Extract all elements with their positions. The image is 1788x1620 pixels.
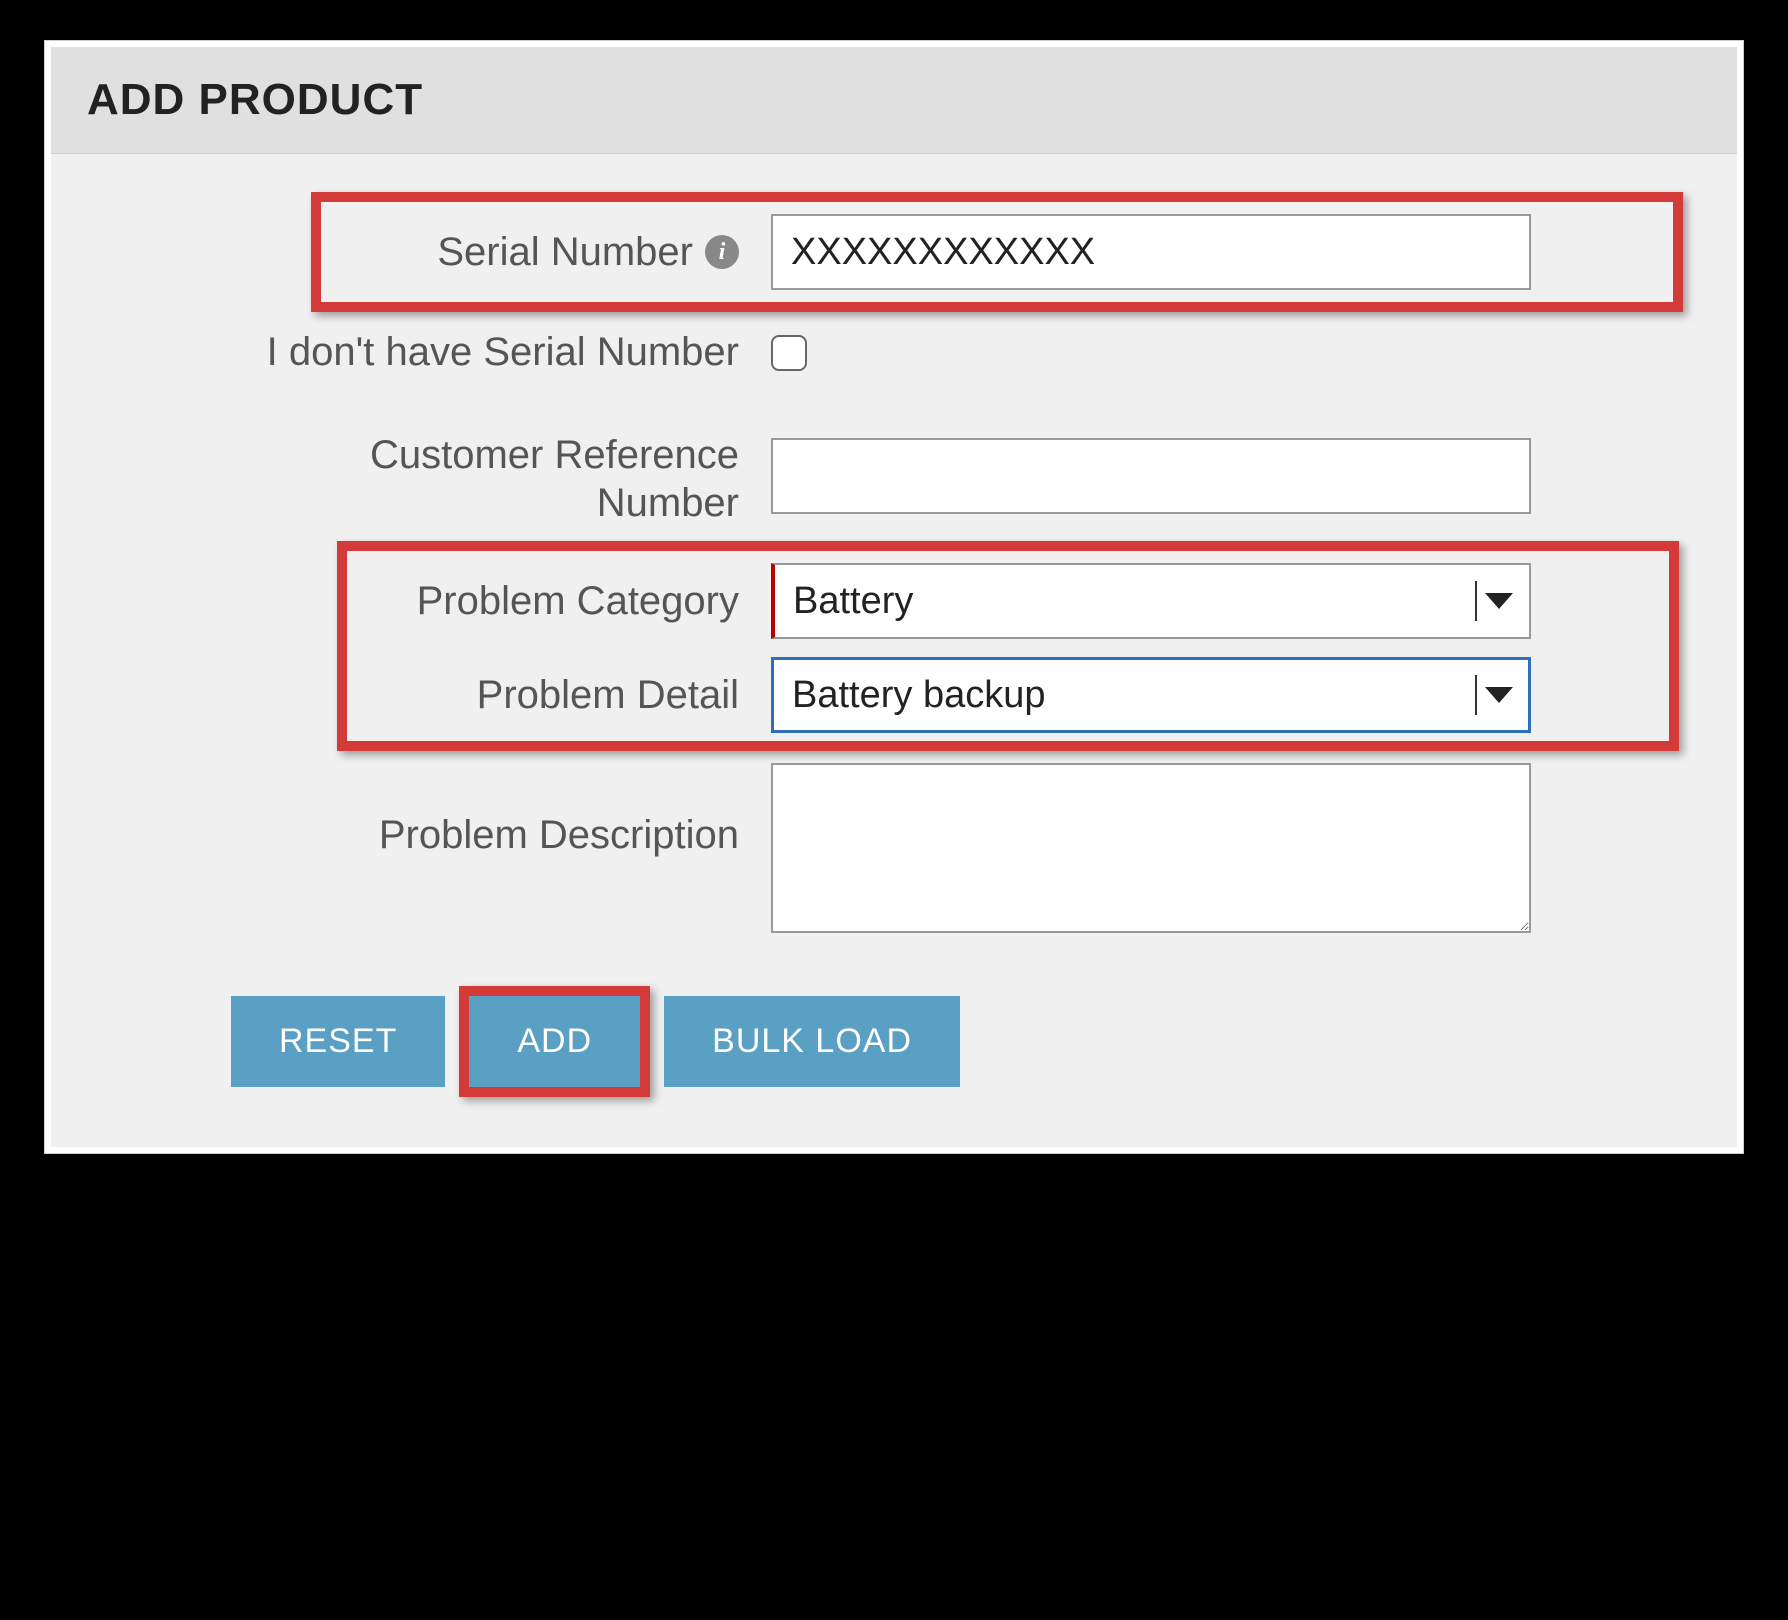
problems-group: Problem Category Problem Detail — [111, 563, 1677, 733]
problem-detail-label: Problem Detail — [111, 673, 771, 718]
add-button-wrap: ADD — [469, 996, 640, 1087]
problem-description-textarea[interactable] — [771, 763, 1531, 933]
reset-button[interactable]: RESET — [231, 996, 445, 1087]
panel-title: ADD PRODUCT — [87, 75, 1701, 125]
info-icon[interactable]: i — [705, 235, 739, 269]
serial-number-label: Serial Number — [437, 230, 693, 275]
no-serial-checkbox[interactable] — [771, 335, 807, 371]
no-serial-row: I don't have Serial Number — [111, 330, 1677, 375]
problem-category-row: Problem Category — [111, 563, 1677, 639]
serial-number-label-wrap: Serial Number i — [111, 230, 771, 275]
problem-detail-select[interactable] — [771, 657, 1531, 733]
problem-category-control — [771, 563, 1531, 639]
serial-number-input[interactable] — [771, 214, 1531, 290]
problem-detail-row: Problem Detail — [111, 657, 1677, 733]
customer-reference-input[interactable] — [771, 438, 1531, 514]
customer-reference-row: Customer Reference Number — [111, 425, 1677, 527]
customer-reference-label-line1: Customer Reference — [370, 433, 739, 477]
problem-category-label: Problem Category — [111, 579, 771, 624]
add-button[interactable]: ADD — [469, 996, 640, 1087]
customer-reference-label-line2: Number — [597, 481, 739, 525]
problem-description-label: Problem Description — [111, 763, 771, 858]
problem-description-control — [771, 763, 1531, 938]
customer-reference-label: Customer Reference Number — [111, 425, 771, 527]
bulk-load-button[interactable]: BULK LOAD — [664, 996, 960, 1087]
problem-category-select[interactable] — [771, 563, 1531, 639]
problem-detail-control — [771, 657, 1531, 733]
no-serial-label: I don't have Serial Number — [111, 330, 771, 375]
serial-number-row: Serial Number i — [111, 214, 1677, 290]
panel-header: ADD PRODUCT — [51, 47, 1737, 154]
panel-body: Serial Number i I don't have Serial Numb… — [51, 154, 1737, 1147]
problem-description-row: Problem Description — [111, 763, 1677, 938]
add-product-panel: ADD PRODUCT Serial Number i I don't have… — [44, 40, 1744, 1154]
panel-inner: ADD PRODUCT Serial Number i I don't have… — [51, 47, 1737, 1147]
no-serial-checkbox-wrap — [771, 335, 807, 371]
button-row: RESET ADD BULK LOAD — [111, 956, 1677, 1087]
serial-number-control — [771, 214, 1531, 290]
customer-reference-control — [771, 438, 1531, 514]
